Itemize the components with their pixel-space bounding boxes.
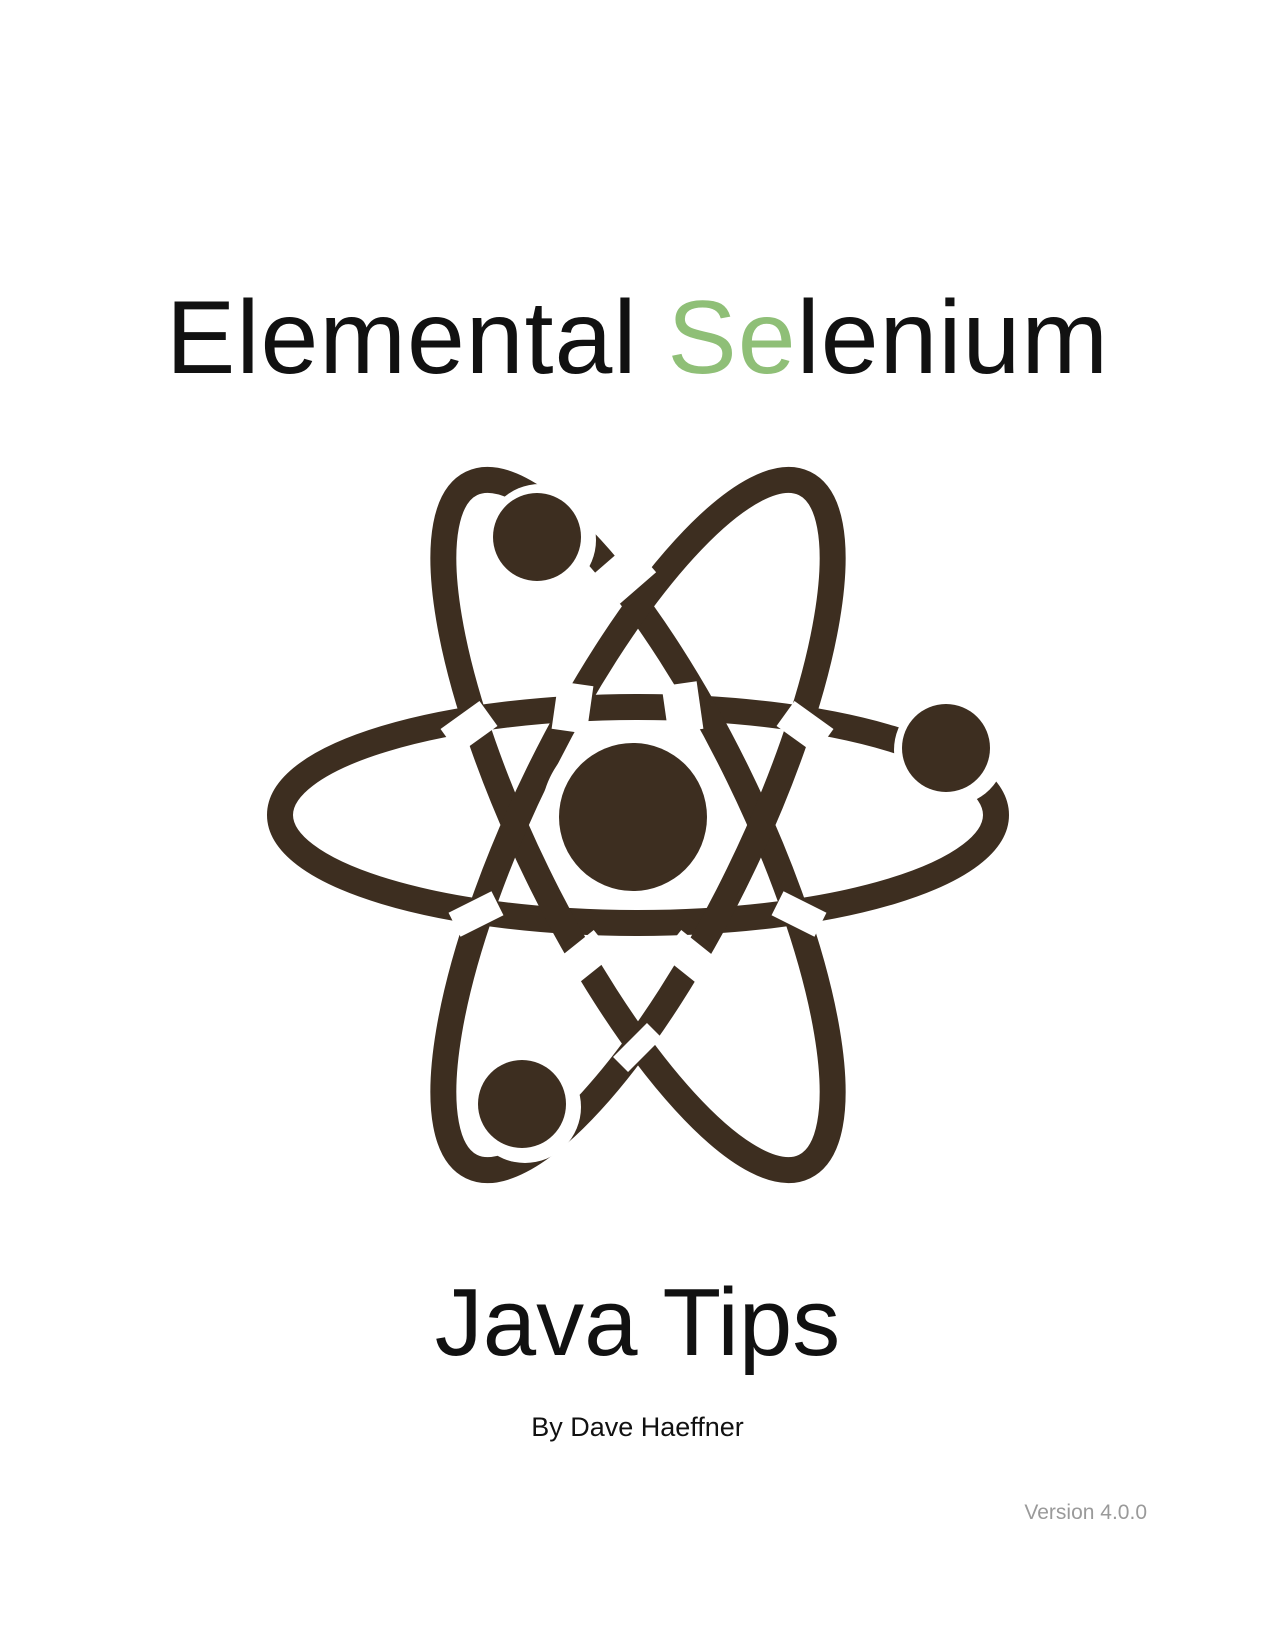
electron-bottom-left <box>478 1060 566 1148</box>
book-title: Java Tips <box>434 1269 841 1376</box>
nucleus <box>559 743 707 891</box>
atom-icon <box>267 466 1009 1184</box>
version-label: Version 4.0.0 <box>1024 1501 1147 1524</box>
electron-top-left <box>493 493 581 581</box>
electron-right <box>902 704 990 792</box>
author-byline: By Dave Haeffner <box>531 1412 744 1442</box>
